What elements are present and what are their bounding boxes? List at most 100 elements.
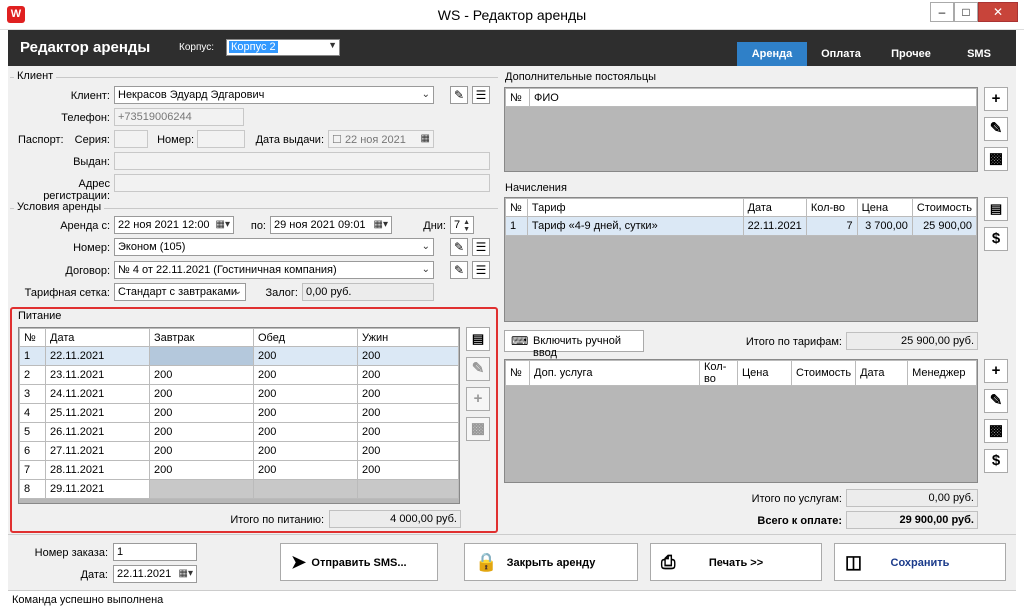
col-number[interactable]: № xyxy=(505,360,530,386)
cell[interactable]: 200 xyxy=(357,346,459,366)
col-date[interactable]: Дата xyxy=(742,198,807,217)
order-number-field[interactable]: 1 xyxy=(113,543,197,561)
list-room-button[interactable]: ☰ xyxy=(472,238,490,256)
cell[interactable]: 200 xyxy=(253,422,358,442)
delete-meal-button[interactable]: ▩ xyxy=(466,417,490,441)
col-number[interactable]: № xyxy=(505,88,530,107)
list-contract-button[interactable]: ☰ xyxy=(472,261,490,279)
phone-field[interactable]: +73519006244 xyxy=(114,108,244,126)
col-manager[interactable]: Менеджер xyxy=(907,360,977,386)
tab-arenda[interactable]: Аренда xyxy=(737,42,807,66)
cell[interactable]: 200 xyxy=(357,384,459,404)
cell[interactable]: 200 xyxy=(357,403,459,423)
cell[interactable]: 200 xyxy=(253,403,358,423)
edit-service-button[interactable]: ✎ xyxy=(984,389,1008,413)
contract-select[interactable]: № 4 от 22.11.2021 (Гостиничная компания)… xyxy=(114,261,434,279)
table-row[interactable]: 7 28.11.2021 200 200 200 xyxy=(19,460,459,480)
service-dollar-button[interactable]: $ xyxy=(984,449,1008,473)
cell[interactable]: 200 xyxy=(149,365,254,385)
deposit-field[interactable]: 0,00 руб. xyxy=(302,283,434,301)
table-row[interactable]: 3 24.11.2021 200 200 200 xyxy=(19,384,459,404)
checkbox-icon[interactable]: ☐ xyxy=(332,134,342,146)
table-row[interactable]: 1 Тариф «4-9 дней, сутки» 22.11.2021 7 3… xyxy=(505,216,978,236)
delete-service-button[interactable]: ▩ xyxy=(984,419,1008,443)
cell[interactable]: 200 xyxy=(253,460,358,480)
cell[interactable]: 200 xyxy=(149,422,254,442)
edit-contract-button[interactable]: ✎ xyxy=(450,261,468,279)
edit-room-button[interactable]: ✎ xyxy=(450,238,468,256)
client-select[interactable]: Некрасов Эдуард Эдгарович ⌄ xyxy=(114,86,434,104)
close-window-button[interactable]: ✕ xyxy=(978,2,1018,22)
cell[interactable]: 200 xyxy=(253,384,358,404)
dollar-button[interactable]: $ xyxy=(984,227,1008,251)
tariff-grid-select[interactable]: Стандарт с завтраками ⌄ xyxy=(114,283,246,301)
cell[interactable]: 200 xyxy=(357,365,459,385)
tab-oplata[interactable]: Оплата xyxy=(808,42,874,66)
cell[interactable]: 200 xyxy=(357,441,459,461)
passport-number-field[interactable] xyxy=(197,130,245,148)
edit-client-button[interactable]: ✎ xyxy=(450,86,468,104)
days-stepper[interactable]: 7 ▲ ▼ xyxy=(450,216,474,234)
cell[interactable]: 200 xyxy=(253,441,358,461)
col-cost[interactable]: Стоимость xyxy=(911,198,978,217)
table-row[interactable]: 6 27.11.2021 200 200 200 xyxy=(19,441,459,461)
add-service-button[interactable]: + xyxy=(984,359,1008,383)
add-guest-button[interactable]: + xyxy=(984,87,1008,111)
col-lunch[interactable]: Обед xyxy=(253,328,358,347)
manual-input-button[interactable]: ⌨ Включить ручной ввод xyxy=(504,330,644,359)
stepper-icon[interactable]: ▲ ▼ xyxy=(463,219,470,233)
charges-grid[interactable]: № Тариф Дата Кол-во Цена Стоимость 1 Тар… xyxy=(504,197,978,322)
table-settings-icon[interactable]: ▤ xyxy=(466,327,490,351)
from-date-field[interactable]: 22 ноя 2021 12:00 ▦▾ xyxy=(114,216,234,234)
cell[interactable]: 200 xyxy=(149,441,254,461)
table-row[interactable]: 4 25.11.2021 200 200 200 xyxy=(19,403,459,423)
minimize-button[interactable]: – xyxy=(930,2,954,22)
col-fio[interactable]: ФИО xyxy=(529,88,977,107)
col-number[interactable]: № xyxy=(505,198,528,217)
date-field[interactable]: 22.11.2021 ▦▾ xyxy=(113,565,197,583)
table-row[interactable]: 1 22.11.2021 200 200 xyxy=(19,346,459,366)
cell[interactable]: 200 xyxy=(149,460,254,480)
room-select[interactable]: Эконом (105) ⌄ xyxy=(114,238,434,256)
services-grid[interactable]: № Доп. услуга Кол-во Цена Стоимость Дата… xyxy=(504,359,978,483)
series-field[interactable] xyxy=(114,130,148,148)
col-tariff[interactable]: Тариф xyxy=(526,198,744,217)
cell[interactable]: 200 xyxy=(149,384,254,404)
cell[interactable]: 200 xyxy=(253,346,358,366)
cell[interactable]: 200 xyxy=(357,460,459,480)
meals-grid[interactable]: № Дата Завтрак Обед Ужин 1 22.11.2021 200 2… xyxy=(18,327,460,504)
table-row[interactable]: 5 26.11.2021 200 200 200 xyxy=(19,422,459,442)
list-client-button[interactable]: ☰ xyxy=(472,86,490,104)
table-row[interactable]: 2 23.11.2021 200 200 200 xyxy=(19,365,459,385)
add-meal-button[interactable]: + xyxy=(466,387,490,411)
col-date[interactable]: Дата xyxy=(855,360,909,386)
print-button[interactable]: ⎙ Печать >> xyxy=(650,543,822,581)
guests-grid[interactable]: № ФИО xyxy=(504,87,978,172)
save-button[interactable]: ◫ Сохранить xyxy=(834,543,1006,581)
cell[interactable]: 200 xyxy=(357,422,459,442)
col-number[interactable]: № xyxy=(19,328,46,347)
maximize-button[interactable]: □ xyxy=(954,2,978,22)
issued-field[interactable] xyxy=(114,152,490,170)
cell[interactable]: 200 xyxy=(253,365,358,385)
table-settings-icon[interactable]: ▤ xyxy=(984,197,1008,221)
col-breakfast[interactable]: Завтрак xyxy=(149,328,254,347)
col-date[interactable]: Дата xyxy=(45,328,150,347)
col-price[interactable]: Цена xyxy=(737,360,792,386)
cell[interactable] xyxy=(149,346,254,366)
col-price[interactable]: Цена xyxy=(856,198,913,217)
send-sms-button[interactable]: ➤ Отправить SMS... xyxy=(280,543,438,581)
cell[interactable]: 200 xyxy=(149,403,254,423)
delete-guest-button[interactable]: ▩ xyxy=(984,147,1008,171)
korpus-select[interactable]: Корпус 2 ▼ xyxy=(226,39,340,56)
tab-sms[interactable]: SMS xyxy=(948,42,1010,66)
table-row[interactable]: 8 29.11.2021 xyxy=(19,479,459,499)
close-rent-button[interactable]: 🔒 Закрыть аренду xyxy=(464,543,638,581)
col-qty[interactable]: Кол-во xyxy=(805,198,858,217)
to-date-field[interactable]: 29 ноя 2021 09:01 ▦▾ xyxy=(270,216,392,234)
col-service[interactable]: Доп. услуга xyxy=(529,360,700,386)
issue-date-field[interactable]: ☐ 22 ноя 2021 ▦ xyxy=(328,130,434,148)
tab-prochee[interactable]: Прочее xyxy=(874,42,948,66)
col-dinner[interactable]: Ужин xyxy=(357,328,459,347)
col-cost[interactable]: Стоимость xyxy=(790,360,857,386)
